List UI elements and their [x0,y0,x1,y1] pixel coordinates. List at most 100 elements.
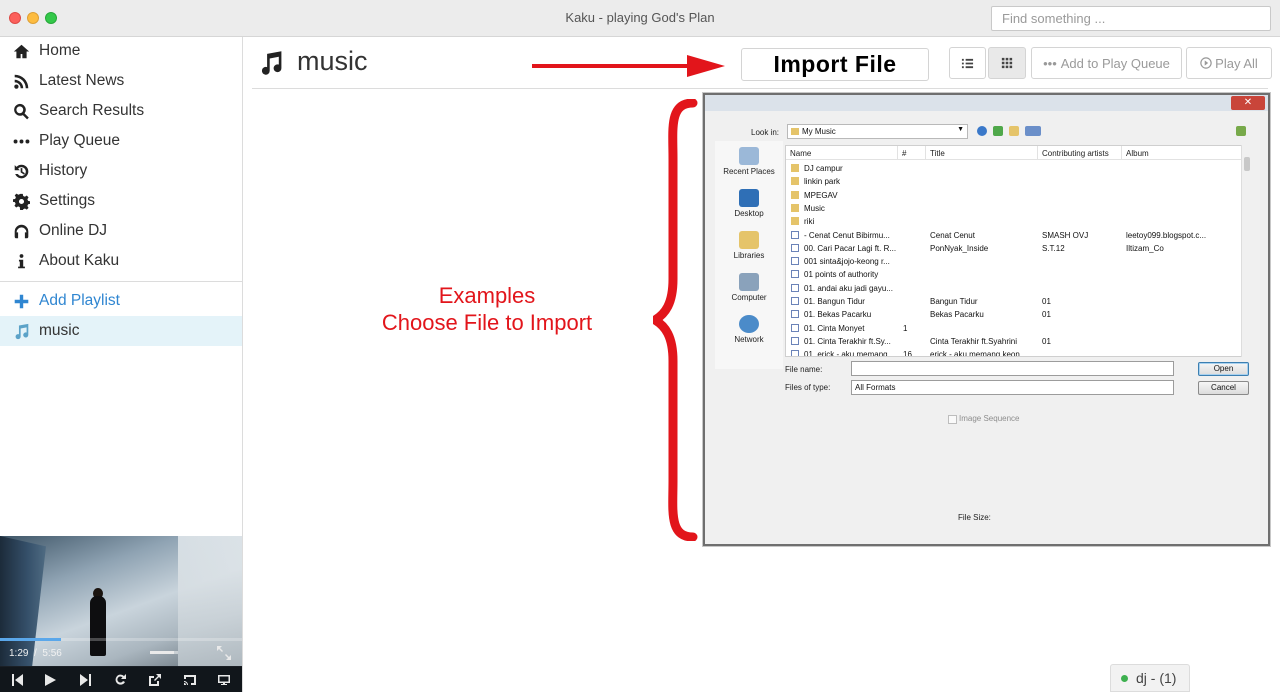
folder-icon [791,128,799,135]
external-link-icon[interactable] [146,671,164,689]
player-controls [0,667,242,692]
sidebar-item-play-queue[interactable]: Play Queue [0,126,242,156]
play-icon[interactable] [41,671,59,689]
ellipsis-icon: ••• [1043,55,1057,71]
file-row[interactable]: 00. Cari Pacar Lagi ft. R... PonNyak_Insi… [786,242,1250,255]
file-row[interactable]: 01. Cinta Monyet 1 [786,322,1250,335]
look-in-select[interactable]: My Music ▼ [787,124,968,139]
file-cell-artist: 01 [1042,297,1051,306]
folder-icon [791,217,799,226]
files-of-type-select[interactable]: All Formats [851,380,1174,395]
sidebar-item-online-dj[interactable]: Online DJ [0,216,242,246]
view-menu-icon[interactable] [1025,126,1041,136]
music-note-icon [258,50,284,76]
scrollbar-thumb[interactable] [1244,157,1250,171]
sidebar-item-playlist-music[interactable]: music [0,316,242,346]
column-header-number[interactable]: # [898,146,926,160]
file-row[interactable]: MPEGAV [786,189,1250,202]
play-all-button[interactable]: Play All [1186,47,1272,79]
sidebar-item-latest-news[interactable]: Latest News [0,66,242,96]
video-frame[interactable]: 1:29 / 5:56 [0,536,242,666]
place-desktop[interactable]: Desktop [715,189,783,218]
file-cell-name: 01. erick - aku memang... [804,350,895,357]
file-cell-title: Cenat Cenut [930,230,975,240]
sidebar-item-about-kaku[interactable]: About Kaku [0,246,242,276]
sidebar-item-history[interactable]: History [0,156,242,186]
file-row[interactable]: riki [786,215,1250,228]
back-icon[interactable] [977,126,987,136]
file-list-scrollbar[interactable] [1241,145,1251,357]
file-name-label: File name: [785,365,823,374]
sidebar-divider [0,281,242,282]
seek-bar[interactable] [0,638,242,641]
place-recent-places[interactable]: Recent Places [715,147,783,176]
next-icon[interactable] [77,671,95,689]
file-row[interactable]: 01. Bangun Tidur Bangun Tidur 01 [786,295,1250,308]
look-in-label: Look in: [751,128,780,137]
add-playlist-label: Add Playlist [39,292,120,309]
image-sequence-label: Image Sequence [959,414,1020,423]
video-figure [90,596,106,656]
file-cell-title: Bangun Tidur [930,297,978,306]
file-cell-artist: 01 [1042,310,1051,320]
audio-file-icon [791,230,799,239]
add-to-play-queue-button[interactable]: ••• Add to Play Queue [1031,47,1182,79]
place-computer[interactable]: Computer [715,273,783,302]
open-button[interactable]: Open [1198,362,1249,376]
sidebar-item-home[interactable]: Home [0,36,242,66]
file-cell-name: Music [804,203,825,213]
import-file-button[interactable]: Import File [741,48,929,81]
video-player[interactable]: 1:29 / 5:56 [0,536,242,692]
file-row[interactable]: 001 sinta&jojo-keong r... [786,255,1250,268]
column-header-title[interactable]: Title [926,146,1038,160]
file-row[interactable]: 01. andai aku jadi gayu... [786,282,1250,295]
dj-status-badge[interactable]: dj - (1) [1110,664,1190,692]
file-row[interactable]: 01. Bekas Pacarku Bekas Pacarku 01 [786,308,1250,321]
column-header-artists[interactable]: Contributing artists [1038,146,1122,160]
search-input[interactable] [991,6,1271,31]
cancel-button[interactable]: Cancel [1198,381,1249,395]
shuffle-icon[interactable] [112,671,130,689]
volume-slider[interactable] [150,651,178,654]
file-cell-name: 01. Bangun Tidur [804,297,865,306]
dialog-titlebar [705,95,1268,111]
place-label: Recent Places [723,167,775,176]
file-cell-name: 01 points of authority [804,270,879,280]
file-row[interactable]: linkin park [786,175,1250,188]
image-sequence-checkbox[interactable] [948,415,957,424]
file-row[interactable]: Music [786,202,1250,215]
tv-icon[interactable] [215,671,233,689]
grid-view-button[interactable] [988,47,1026,79]
place-label: Desktop [734,209,764,218]
open-file-dialog-screenshot: ✕ Look in: My Music ▼ Recent Places Desk… [703,93,1270,546]
preview-folder-icon[interactable] [1236,126,1246,136]
place-libraries[interactable]: Libraries [715,231,783,260]
previous-icon[interactable] [8,671,26,689]
file-row[interactable]: 01 points of authority [786,268,1250,281]
annotation-line-1: Examples [438,283,536,308]
list-view-button[interactable] [949,47,986,79]
dialog-close-icon[interactable]: ✕ [1231,96,1265,110]
file-cell-name: 01. Cinta Terakhir ft.Sy... [804,336,891,346]
column-header-album[interactable]: Album [1122,146,1250,160]
new-folder-icon[interactable] [1009,126,1019,136]
file-row[interactable]: - Cenat Cenut Bibirmu... Cenat Cenut SMASH… [786,229,1250,242]
cast-icon[interactable] [181,671,199,689]
audio-file-icon [791,297,799,305]
up-folder-icon[interactable] [993,126,1003,136]
fullscreen-icon[interactable] [216,645,232,661]
sidebar-item-settings[interactable]: Settings [0,186,242,216]
sidebar-item-search-results[interactable]: Search Results [0,96,242,126]
network-icon [739,315,759,333]
column-header-name[interactable]: Name [786,146,898,160]
file-name-field[interactable] [851,361,1174,376]
file-row[interactable]: 01. Cinta Terakhir ft.Sy... Cinta Terakhi… [786,335,1250,348]
current-time: 1:29 [9,648,29,659]
file-list[interactable]: Name # Title Contributing artists Album … [785,145,1251,357]
file-row[interactable]: DJ campur [786,162,1250,175]
file-cell-name: 01. Cinta Monyet [804,323,865,333]
file-row[interactable]: 01. erick - aku memang... 16 erick - aku m… [786,348,1250,357]
add-playlist-button[interactable]: Add Playlist [0,286,242,316]
sidebar-item-label: Latest News [39,72,125,89]
place-network[interactable]: Network [715,315,783,344]
